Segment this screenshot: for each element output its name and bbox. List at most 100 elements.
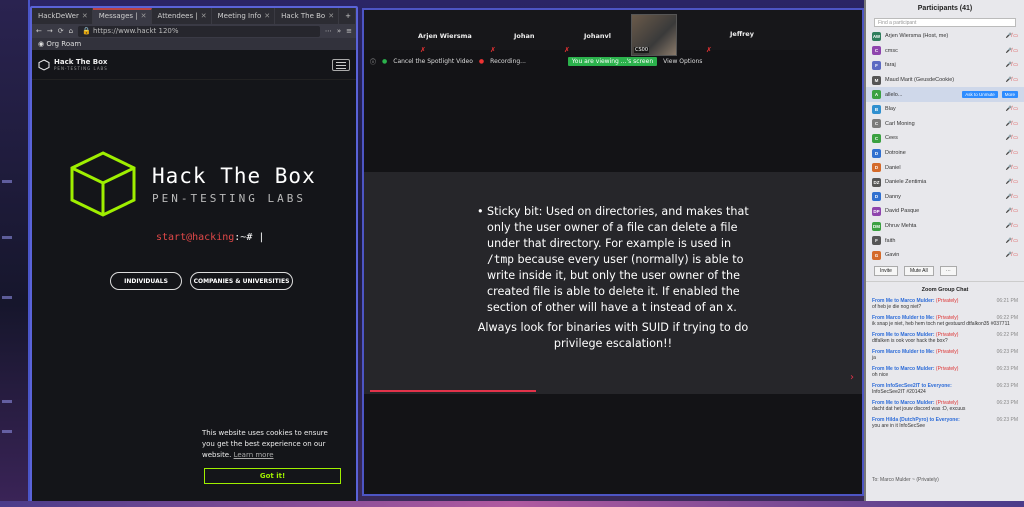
avatar: D [872,163,881,173]
home-icon[interactable]: ⌂ [69,27,73,35]
tab-attendees[interactable]: Attendees | ✕ [152,8,212,24]
more-options-icon[interactable]: ⋯ [939,265,957,276]
prompt-user: start@hacking [156,232,235,243]
close-icon[interactable]: ✕ [82,12,88,24]
muted-mic-icon: ✗ [420,46,426,54]
avatar: M [872,75,881,85]
zoom-level[interactable]: 120% [159,27,179,35]
private-label: (Privately) [935,348,959,355]
terminal-prompt: start@hacking:~# | [156,232,264,243]
participant-name: Dotroine [885,150,906,157]
more-button[interactable]: More [1001,91,1018,99]
participant-name[interactable]: Johan [514,32,535,40]
bookmark-org-roam[interactable]: Org Roam [46,40,81,48]
participant-row[interactable]: Ffaraj 🎤̸ ▭ [866,58,1024,73]
message-body: ja [872,355,876,361]
message-sender[interactable]: From Me to Marco Mulder: [872,298,935,304]
hamburger-menu-button[interactable] [332,58,350,71]
cancel-spotlight-button[interactable]: Cancel the Spotlight Video [393,58,473,65]
participant-row[interactable]: C Carl Moning 🎤̸ ▭ [866,117,1024,132]
message-sender[interactable]: From Marco Mulder to Me: [872,349,935,355]
invite-button[interactable]: Invite [874,265,898,276]
bookmarks-bar: ◉ Org Roam [32,38,356,50]
avatar: G [872,250,881,260]
participant-row[interactable]: D Daniel 🎤̸ ▭ [866,160,1024,175]
tab-meeting-info[interactable]: Meeting Info ✕ [212,8,276,24]
participant-row[interactable]: DP David Pasque 🎤̸ ▭ [866,204,1024,219]
participant-row[interactable]: B Blay 🎤̸ ▭ [866,102,1024,117]
muted-mic-icon: 🎤̸ ▭ [1005,106,1018,113]
chat-recipient-select[interactable]: To: Marco Mulder ~ (Privately) [872,477,939,483]
muted-mic-icon: 🎤̸ ▭ [1005,164,1018,171]
message-sender[interactable]: From InfoSecSee2IT to Everyone: [872,383,952,389]
info-icon[interactable]: ⓘ [370,57,376,66]
recording-status[interactable]: Recording... [490,58,526,65]
message-sender[interactable]: From Me to Marco Mulder: [872,332,935,338]
private-label: (Privately) [935,331,959,338]
hamburger-icon[interactable]: ≡ [346,27,352,35]
close-icon[interactable]: ✕ [264,12,270,24]
participant-row[interactable]: C Cees 🎤̸ ▭ [866,131,1024,146]
participant-name[interactable]: Jeffrey [730,30,754,38]
message-sender[interactable]: From Hilda (DutchPyro) to Everyone: [872,417,960,423]
reload-icon[interactable]: ⟳ [58,27,64,35]
participant-row[interactable]: D Danny 🎤̸ ▭ [866,190,1024,205]
security-icon[interactable]: ● [382,58,387,65]
overflow-icon[interactable]: » [337,27,341,35]
muted-mic-icon: 🎤̸ ▭ [1005,47,1018,54]
participant-row[interactable]: Ccmsc 🎤̸ ▭ [866,44,1024,59]
tab-hack-the-box[interactable]: Hack The Bo ✕ [275,8,340,24]
url-bar[interactable]: 🔒 https://www.hackt 120% [78,25,320,37]
tab-hackdewereld[interactable]: HackDeWer ✕ [32,8,93,24]
back-icon[interactable]: ← [36,27,42,35]
avatar: D [872,192,881,202]
private-label: (Privately) [935,365,959,372]
mute-all-button[interactable]: Mute All [903,265,934,276]
participant-row[interactable]: D Dotroine 🎤̸ ▭ [866,146,1024,161]
message-time: 06:21 PM [996,297,1018,304]
htb-logo[interactable]: Hack The Box PEN-TESTING LABS [38,58,108,71]
participant-name: Arjen Wiersma (Host, me) [885,33,949,40]
tab-label: HackDeWer [38,12,79,20]
message-sender[interactable]: From Me to Marco Mulder: [872,366,935,372]
message-sender[interactable]: From Marco Mulder to Me: [872,315,935,321]
tab-label: Meeting Info [217,12,262,20]
close-icon[interactable]: ✕ [328,12,334,24]
menu-dots-icon[interactable]: ⋯ [325,27,332,35]
got-it-button[interactable]: Got it! [204,468,341,484]
ask-to-unmute-button[interactable]: Ask to Unmute [962,91,998,99]
chat-message: From Me to Marco Mulder: (Privately) 06:2… [866,398,1024,415]
tab-strip: HackDeWer ✕ Messages | ✕ Attendees | ✕ Meet… [32,8,356,24]
participant-name[interactable]: Arjen Wiersma [418,32,472,40]
participant-name: Dhruv Mehta [885,223,917,230]
participant-name[interactable]: Johanvl [584,32,611,40]
participant-row[interactable]: Aallelo... Ask to Unmute More [866,87,1024,102]
companies-universities-button[interactable]: COMPANIES & UNIVERSITIES [190,272,293,290]
participant-row[interactable]: DZ Daniele Zentimia 🎤̸ ▭ [866,175,1024,190]
participant-row[interactable]: M Maud Marit (GeusdeCookie) 🎤̸ ▭ [866,73,1024,88]
participant-name: allelo... [885,91,903,98]
close-icon[interactable]: ✕ [201,12,207,24]
individuals-button[interactable]: INDIVIDUALS [110,272,182,290]
learn-more-link[interactable]: Learn more [234,451,274,459]
participant-search-input[interactable]: Find a participant [874,18,1016,27]
participant-row[interactable]: DM Dhruv Mehta 🎤̸ ▭ [866,219,1024,234]
participant-row[interactable]: AW Arjen Wiersma (Host, me) 🎤̸ ▭ [866,29,1024,44]
tab-messages[interactable]: Messages | ✕ [92,8,152,24]
close-icon[interactable]: ✕ [141,12,147,24]
view-options-button[interactable]: View Options [663,58,702,65]
next-slide-icon[interactable]: › [850,372,854,383]
message-time: 06:23 PM [996,382,1018,389]
htb-page: Hack The Box PEN-TESTING LABS Hack The Bo… [32,50,356,502]
participant-footer: Invite Mute All ⋯ [866,263,1024,279]
share-controls: ⓘ ● Cancel the Spotlight Video ● Recordi… [364,50,862,72]
new-tab-button[interactable]: + [339,8,356,24]
message-body: you are in it InfoSecSee [872,423,926,429]
self-video-thumbnail[interactable]: CS00 [631,14,677,56]
muted-mic-icon: 🎤̸ ▭ [1005,77,1018,84]
participant-row[interactable]: Ffaith 🎤̸ ▭ [866,233,1024,248]
muted-mic-icon: 🎤̸ ▭ [1005,237,1018,244]
forward-icon[interactable]: → [47,27,53,35]
participant-row[interactable]: G Gavin 🎤̸ ▭ [866,248,1024,263]
message-sender[interactable]: From Me to Marco Mulder: [872,400,935,406]
